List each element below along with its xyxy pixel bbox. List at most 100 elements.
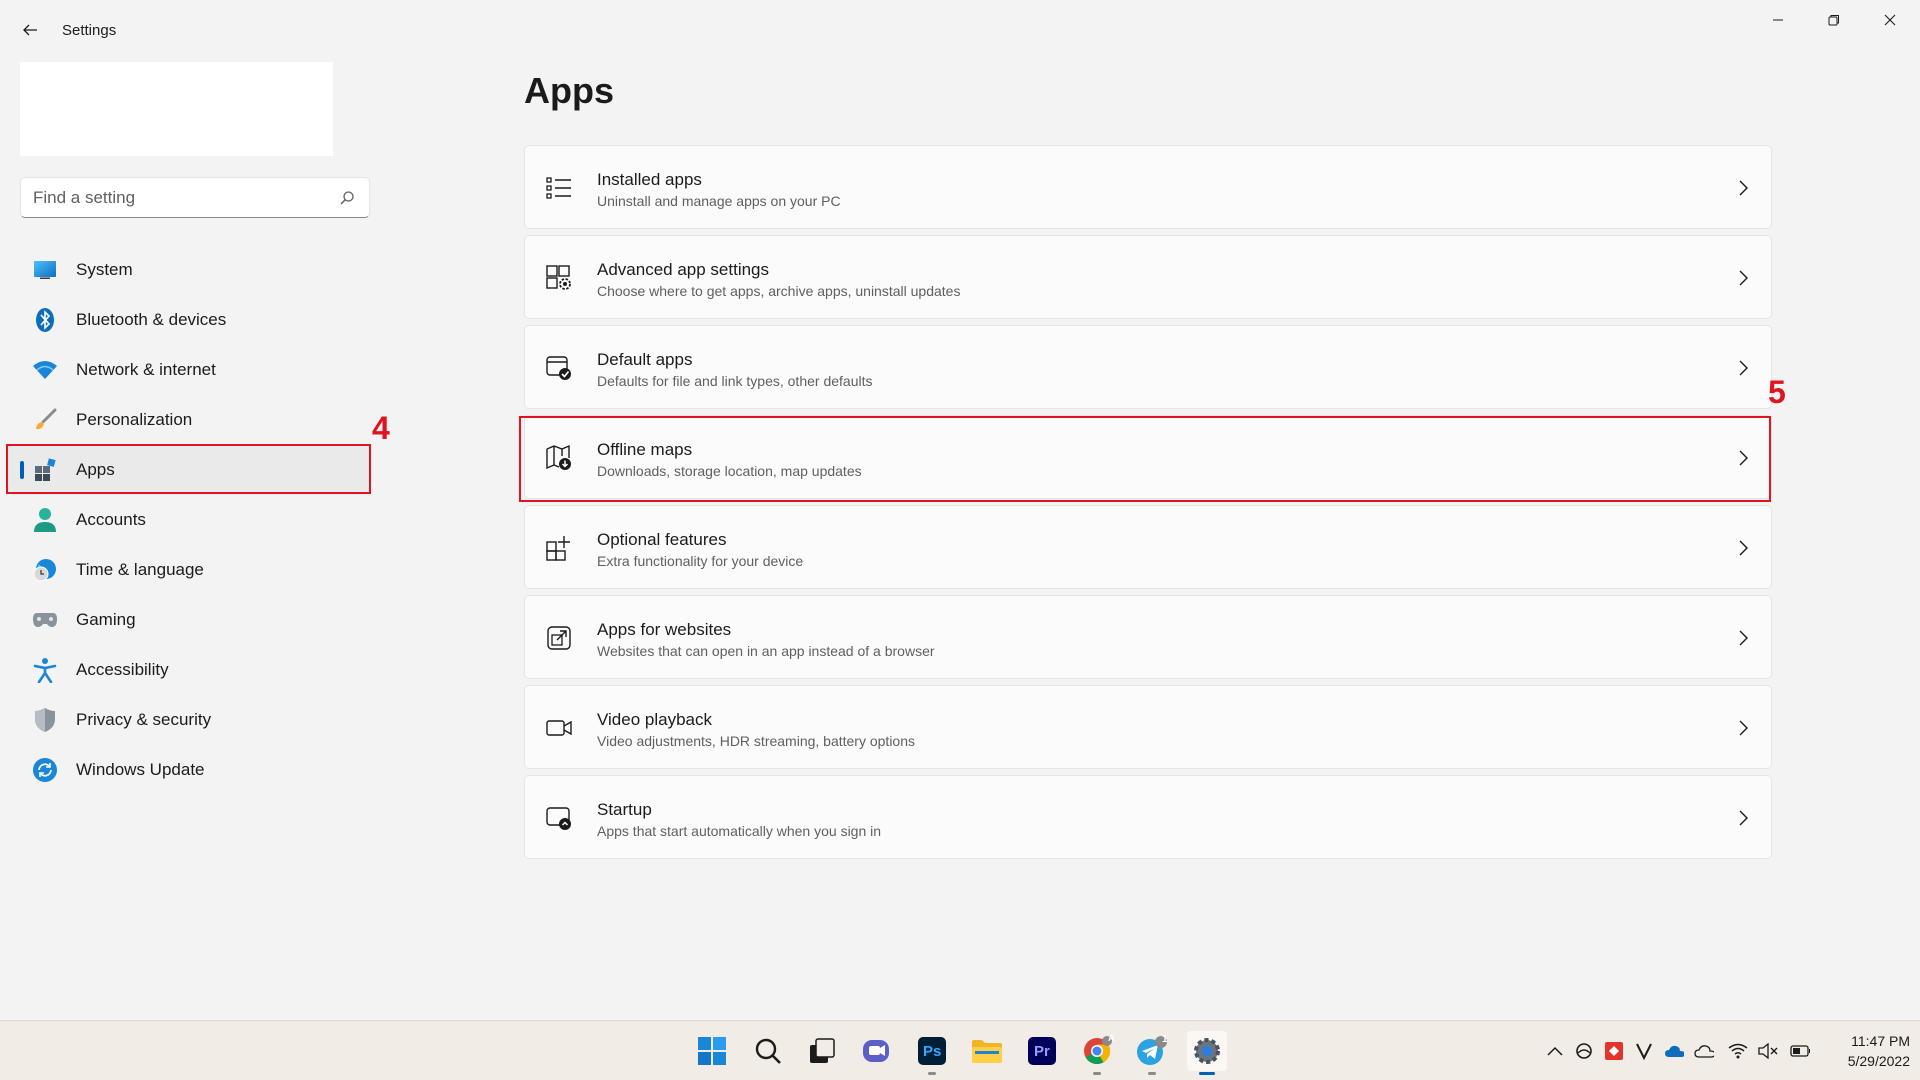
running-indicator	[928, 1072, 936, 1075]
sidebar-item-accounts[interactable]: Accounts	[8, 495, 370, 545]
accessibility-icon	[32, 657, 58, 683]
taskbar-chat[interactable]	[857, 1031, 897, 1071]
chevron-right-icon	[1739, 360, 1748, 376]
card-title: Apps for websites	[597, 620, 732, 639]
tray-wifi[interactable]	[1728, 1041, 1748, 1061]
globe-clock-icon	[32, 557, 58, 583]
minimize-button[interactable]	[1750, 0, 1806, 40]
page-title: Apps	[524, 70, 614, 111]
card-subtitle: Video adjustments, HDR streaming, batter…	[597, 733, 916, 749]
search-icon[interactable]	[339, 190, 355, 206]
taskbar-telegram[interactable]: 1	[1132, 1031, 1172, 1075]
card-title: Startup	[597, 800, 652, 819]
minimize-icon	[1773, 19, 1783, 21]
sidebar-item-bluetooth[interactable]: Bluetooth & devices	[8, 295, 370, 345]
taskbar-chrome[interactable]: A	[1077, 1031, 1117, 1075]
card-subtitle: Choose where to get apps, archive apps, …	[597, 283, 961, 299]
profile-card[interactable]	[20, 62, 333, 156]
premiere-label: Pr	[1034, 1043, 1050, 1060]
taskbar: Ps Pr A 1 11:47 PM 5/29/2022	[0, 1020, 1920, 1080]
search-input[interactable]	[33, 186, 323, 210]
close-button[interactable]	[1862, 0, 1918, 40]
sidebar-item-time-language[interactable]: Time & language	[8, 545, 370, 595]
app-title: Settings	[62, 22, 117, 39]
tray-onedrive[interactable]	[1664, 1041, 1684, 1061]
person-icon	[32, 507, 58, 533]
sidebar-item-windows-update[interactable]: Windows Update	[8, 745, 370, 795]
back-arrow-icon	[23, 24, 37, 36]
shield-icon	[32, 707, 58, 733]
chevron-right-icon	[1739, 630, 1748, 646]
battery-icon	[1790, 1045, 1810, 1057]
sidebar-item-personalization[interactable]: Personalization	[8, 395, 370, 445]
card-subtitle: Uninstall and manage apps on your PC	[597, 193, 841, 209]
sidebar-item-network[interactable]: Network & internet	[8, 345, 370, 395]
restore-button[interactable]	[1806, 0, 1862, 40]
card-title: Optional features	[597, 530, 727, 549]
taskbar-settings[interactable]	[1187, 1031, 1227, 1075]
annotation-step-4: 4	[372, 410, 390, 446]
card-title: Advanced app settings	[597, 260, 770, 279]
search-icon	[755, 1038, 781, 1064]
sidebar-nav: System Bluetooth & devices Network & int…	[8, 245, 370, 795]
cloud-sync-icon	[1576, 1043, 1592, 1059]
tray-vivaldi[interactable]	[1634, 1041, 1654, 1061]
tray-anydesk[interactable]	[1604, 1041, 1624, 1061]
taskbar-search[interactable]	[748, 1031, 788, 1071]
search-box[interactable]	[20, 177, 370, 218]
chevron-right-icon	[1739, 810, 1748, 826]
close-icon	[1884, 14, 1896, 26]
list-icon	[546, 177, 571, 199]
sidebar-item-privacy-security[interactable]: Privacy & security	[8, 695, 370, 745]
card-subtitle: Apps that start automatically when you s…	[597, 823, 882, 839]
add-grid-icon	[546, 536, 570, 561]
taskbar-photoshop[interactable]: Ps	[912, 1031, 952, 1075]
card-video-playback[interactable]: Video playback Video adjustments, HDR st…	[524, 685, 1772, 769]
sidebar-item-label: Gaming	[76, 610, 136, 629]
file-explorer-icon	[972, 1040, 1002, 1063]
taskbar-premiere[interactable]: Pr	[1022, 1031, 1062, 1071]
open-external-icon	[547, 626, 571, 650]
telegram-badge: 1	[1162, 1034, 1168, 1045]
sidebar-item-system[interactable]: System	[8, 245, 370, 295]
anydesk-icon	[1605, 1042, 1623, 1060]
card-advanced-app-settings[interactable]: Advanced app settings Choose where to ge…	[524, 235, 1772, 319]
chevron-right-icon	[1739, 720, 1748, 736]
card-default-apps[interactable]: Default apps Defaults for file and link …	[524, 325, 1772, 409]
tray-cloud[interactable]	[1694, 1041, 1714, 1061]
card-startup[interactable]: Startup Apps that start automatically wh…	[524, 775, 1772, 859]
card-installed-apps[interactable]: Installed apps Uninstall and manage apps…	[524, 145, 1772, 229]
sidebar-item-label: Privacy & security	[76, 710, 212, 729]
chevron-right-icon	[1739, 270, 1748, 286]
running-indicator	[1148, 1072, 1156, 1075]
wifi-icon	[32, 357, 58, 383]
card-title: Default apps	[597, 350, 693, 369]
taskbar-clock[interactable]: 11:47 PM 5/29/2022	[1820, 1031, 1910, 1071]
tray-cloud-sync[interactable]	[1574, 1041, 1594, 1061]
sidebar-item-accessibility[interactable]: Accessibility	[8, 645, 370, 695]
tray-volume[interactable]	[1758, 1041, 1778, 1061]
sidebar-item-gaming[interactable]: Gaming	[8, 595, 370, 645]
chevron-right-icon	[1739, 540, 1748, 556]
back-button[interactable]	[14, 14, 46, 46]
system-icon	[32, 257, 58, 283]
app-settings-icon	[546, 265, 571, 290]
tray-battery[interactable]	[1790, 1041, 1810, 1061]
card-title: Video playback	[597, 710, 712, 729]
photoshop-label: Ps	[923, 1043, 942, 1060]
start-icon	[698, 1037, 726, 1065]
sidebar-item-label: System	[76, 260, 133, 279]
annotation-box-apps	[6, 444, 371, 494]
teams-chat-icon	[863, 1040, 889, 1062]
card-subtitle: Extra functionality for your device	[597, 553, 804, 569]
taskbar-task-view[interactable]	[802, 1031, 842, 1071]
taskbar-start[interactable]	[692, 1031, 732, 1071]
vivaldi-icon	[1636, 1043, 1652, 1060]
card-subtitle: Defaults for file and link types, other …	[597, 373, 873, 389]
card-optional-features[interactable]: Optional features Extra functionality fo…	[524, 505, 1772, 589]
card-apps-for-websites[interactable]: Apps for websites Websites that can open…	[524, 595, 1772, 679]
taskbar-file-explorer[interactable]	[967, 1031, 1007, 1071]
restore-icon	[1828, 15, 1839, 26]
tray-overflow[interactable]	[1545, 1041, 1565, 1061]
volume-muted-icon	[1758, 1043, 1778, 1059]
